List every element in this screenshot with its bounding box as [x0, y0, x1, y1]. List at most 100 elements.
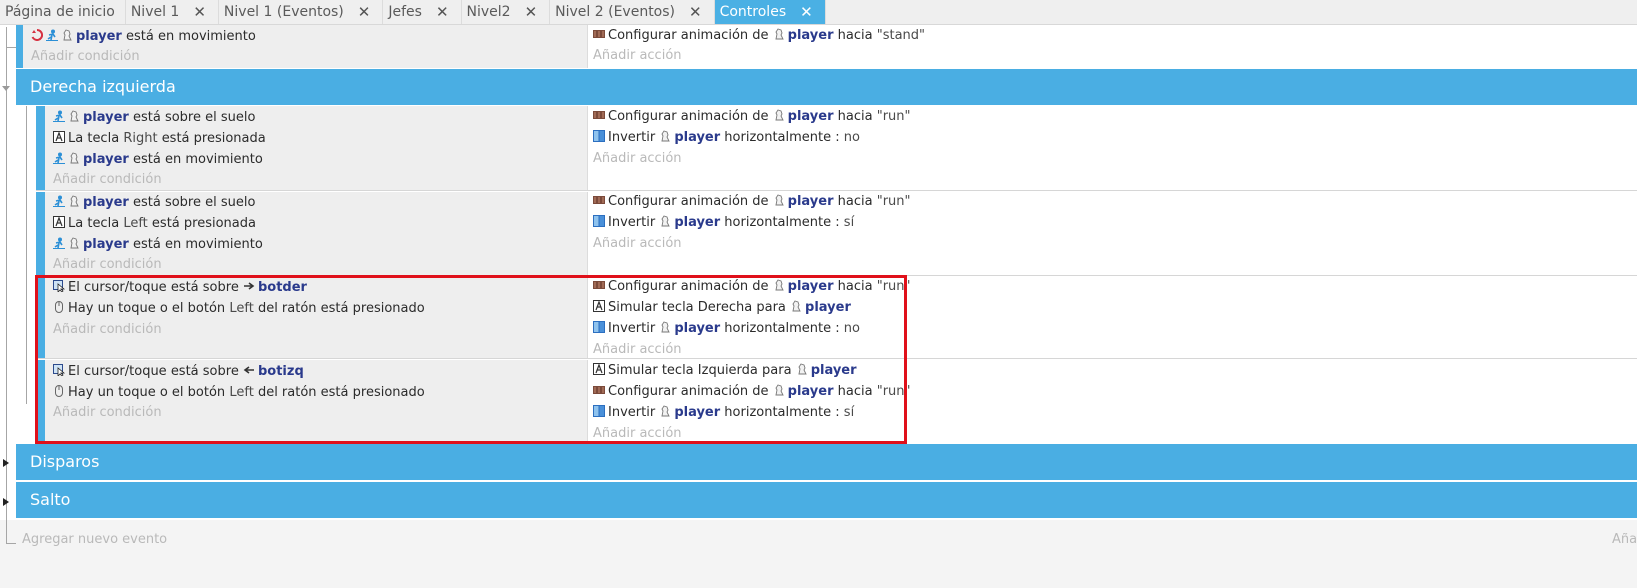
- flip-icon: [593, 130, 605, 142]
- tab-nivel2[interactable]: Nivel2 ✕: [462, 0, 551, 24]
- cond-text: está presionada: [161, 131, 266, 146]
- add-condition-link[interactable]: Añadir condición: [53, 170, 162, 190]
- cond-text: está sobre el suelo: [132, 110, 256, 125]
- object-ref[interactable]: player: [76, 29, 122, 44]
- tab-nivel-1[interactable]: Nivel 1 ✕: [126, 0, 219, 24]
- param-key: Right: [123, 131, 158, 146]
- action-text: Invertir: [608, 130, 656, 145]
- platformer-icon: [53, 152, 65, 164]
- close-icon[interactable]: ✕: [436, 3, 449, 21]
- player-sprite-icon: [61, 29, 73, 41]
- add-hint-right[interactable]: Aña: [1612, 530, 1637, 550]
- group-derecha-izquierda[interactable]: Derecha izquierda: [16, 69, 1637, 105]
- add-condition-link[interactable]: Añadir condición: [53, 255, 162, 275]
- close-icon[interactable]: ✕: [525, 3, 538, 21]
- tab-jefes[interactable]: Jefes ✕: [383, 0, 462, 24]
- param-value: sí: [843, 215, 855, 230]
- sprite-anim-icon: [593, 28, 605, 40]
- action-text: Configurar animación de: [608, 109, 769, 124]
- event-divider: [36, 190, 1637, 191]
- keyboard-icon: [53, 131, 65, 143]
- player-sprite-icon: [659, 130, 671, 142]
- close-icon[interactable]: ✕: [358, 3, 371, 21]
- close-icon[interactable]: ✕: [800, 3, 813, 21]
- tree-line-group: [26, 106, 27, 404]
- tab-label: Nivel 1 (Eventos): [223, 4, 344, 20]
- flip-icon: [593, 215, 605, 227]
- platformer-icon: [46, 29, 58, 41]
- add-condition-link[interactable]: Añadir condición: [31, 47, 140, 67]
- cond-text: está sobre el suelo: [132, 195, 256, 210]
- param-value: no: [843, 130, 860, 145]
- param-key: Left: [123, 216, 148, 231]
- param-value: "run": [876, 109, 911, 124]
- group-salto[interactable]: Salto: [16, 482, 1637, 518]
- object-ref[interactable]: player: [788, 109, 834, 124]
- tree-line-event0: [6, 47, 16, 48]
- tab-nivel-2-eventos-[interactable]: Nivel 2 (Eventos) ✕: [550, 0, 715, 24]
- cond-text: La tecla: [68, 131, 120, 146]
- tab-label: Nivel 2 (Eventos): [555, 4, 676, 20]
- tab-controles[interactable]: Controles ✕: [714, 0, 826, 24]
- close-icon[interactable]: ✕: [193, 3, 206, 21]
- player-sprite-icon: [68, 195, 80, 207]
- tab-label: Jefes: [388, 4, 422, 20]
- tab-label: Página de inicio: [5, 4, 115, 20]
- tab-label: Nivel2: [466, 4, 511, 20]
- player-sprite-icon: [68, 152, 80, 164]
- tab-nivel-1-eventos-[interactable]: Nivel 1 (Eventos) ✕: [219, 0, 384, 24]
- player-sprite-icon: [773, 194, 785, 206]
- disparos-collapsed-arrow[interactable]: [3, 459, 9, 467]
- group-expanded-arrow[interactable]: [2, 86, 10, 91]
- add-action-link[interactable]: Añadir acción: [593, 149, 682, 169]
- cond-text: está en movimiento: [132, 152, 263, 167]
- player-sprite-icon: [773, 109, 785, 121]
- tab-página-de-inicio[interactable]: Página de inicio: [0, 0, 126, 24]
- param-value: "stand": [876, 28, 926, 43]
- object-ref[interactable]: player: [674, 130, 720, 145]
- tree-line-root-bottom: [6, 520, 7, 544]
- platformer-icon: [53, 110, 65, 122]
- cond-text: está en movimiento: [125, 29, 256, 44]
- cond-text: La tecla: [68, 216, 120, 231]
- keyboard-icon: [53, 216, 65, 228]
- object-ref[interactable]: player: [788, 194, 834, 209]
- trigger-once-icon: [31, 29, 43, 41]
- sprite-anim-icon: [593, 194, 605, 206]
- player-sprite-icon: [773, 28, 785, 40]
- object-ref[interactable]: player: [674, 215, 720, 230]
- tab-label: Controles: [719, 4, 787, 20]
- sprite-anim-icon: [593, 109, 605, 121]
- object-ref[interactable]: player: [83, 110, 129, 125]
- action-text: hacia: [837, 194, 873, 209]
- object-ref[interactable]: player: [788, 28, 834, 43]
- add-event-link[interactable]: Agregar nuevo evento: [22, 530, 167, 550]
- add-action-link[interactable]: Añadir acción: [593, 46, 682, 66]
- param-value: "run": [876, 194, 911, 209]
- cond-text: está presionada: [151, 216, 256, 231]
- action-text: hacia: [837, 109, 873, 124]
- cond-text: está en movimiento: [132, 237, 263, 252]
- player-sprite-icon: [68, 110, 80, 122]
- tree-line-root-end2: [6, 543, 16, 544]
- platformer-icon: [53, 237, 65, 249]
- highlight-box: [35, 275, 907, 444]
- action-text: Configurar animación de: [608, 194, 769, 209]
- editor-tab-bar: Página de inicio Nivel 1 ✕ Nivel 1 (Eventos…: [0, 0, 1637, 25]
- salto-collapsed-arrow[interactable]: [3, 498, 9, 506]
- action-text: horizontalmente :: [724, 215, 840, 230]
- close-icon[interactable]: ✕: [689, 3, 702, 21]
- group-disparos[interactable]: Disparos: [16, 444, 1637, 480]
- platformer-icon: [53, 195, 65, 207]
- action-text: Configurar animación de: [608, 28, 769, 43]
- tab-label: Nivel 1: [130, 4, 180, 20]
- add-action-link[interactable]: Añadir acción: [593, 234, 682, 254]
- action-text: horizontalmente :: [724, 130, 840, 145]
- player-sprite-icon: [659, 215, 671, 227]
- player-sprite-icon: [68, 237, 80, 249]
- action-text: hacia: [837, 28, 873, 43]
- object-ref[interactable]: player: [83, 195, 129, 210]
- object-ref[interactable]: player: [83, 237, 129, 252]
- action-text: Invertir: [608, 215, 656, 230]
- object-ref[interactable]: player: [83, 152, 129, 167]
